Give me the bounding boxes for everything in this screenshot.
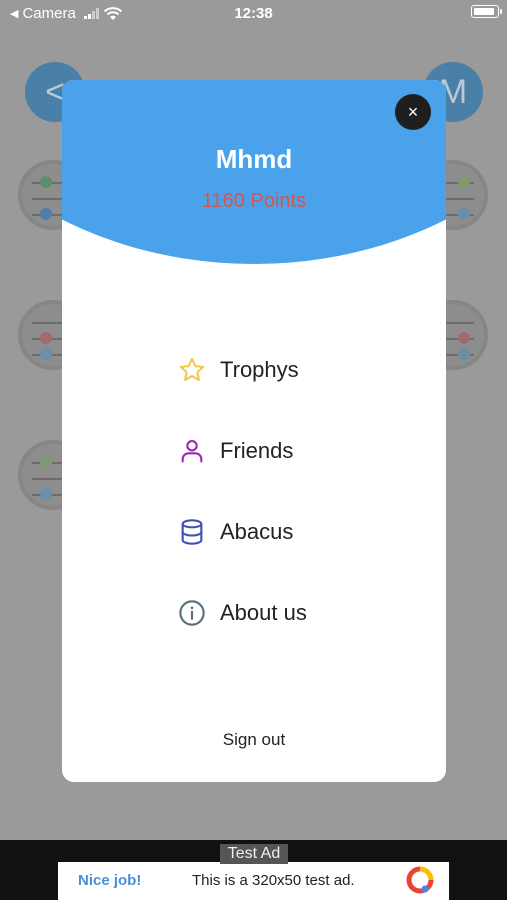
user-name: Mhmd	[215, 144, 293, 174]
menu-item-about-us[interactable]: About us	[178, 593, 307, 633]
menu-item-label: Abacus	[220, 519, 294, 544]
menu-item-abacus[interactable]: Abacus	[178, 512, 293, 552]
status-bar: ◀ Camera 12:38	[0, 0, 507, 28]
close-icon: ×	[407, 101, 419, 122]
menu-item-label: About us	[220, 600, 307, 625]
close-button[interactable]: ×	[395, 94, 431, 130]
person-icon	[178, 437, 206, 465]
menu-item-label: Friends	[220, 438, 294, 463]
info-icon	[178, 599, 206, 627]
test-ad-label: Test Ad	[220, 844, 288, 864]
profile-menu-modal: Mhmd 1160 Points × Trophys Friends Abacu…	[62, 80, 446, 782]
battery-icon	[471, 5, 502, 18]
ad-logo-icon	[406, 866, 434, 894]
ad-headline: Nice job!	[78, 872, 142, 889]
star-icon	[178, 356, 206, 384]
menu-item-label: Trophys	[220, 357, 299, 382]
user-points: 1160 Points	[201, 190, 307, 212]
ad-content[interactable]: Nice job! This is a 320x50 test ad.	[58, 862, 449, 900]
sign-out-button[interactable]: Sign out	[62, 730, 446, 750]
menu-item-trophys[interactable]: Trophys	[178, 350, 299, 390]
menu-item-friends[interactable]: Friends	[178, 431, 293, 471]
database-icon	[178, 518, 206, 546]
status-time: 12:38	[234, 5, 273, 22]
ad-text: This is a 320x50 test ad.	[192, 872, 355, 889]
